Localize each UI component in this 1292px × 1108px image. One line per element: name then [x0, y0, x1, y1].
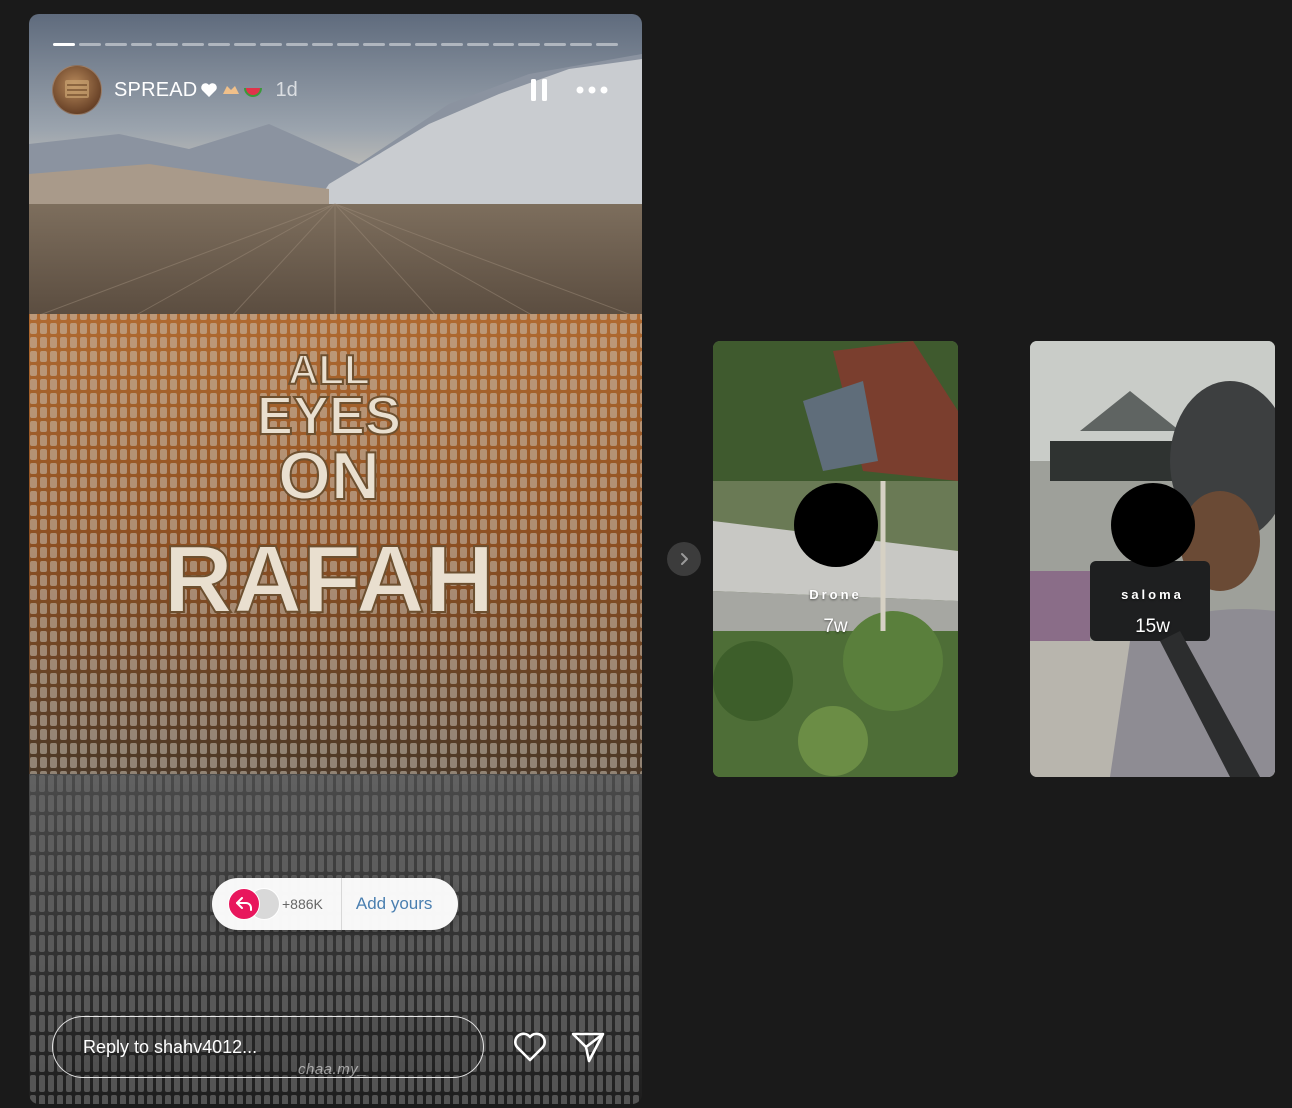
reply-arrow-avatar	[228, 888, 260, 920]
heart-hands-icon	[223, 86, 240, 94]
side-story-avatar	[1111, 483, 1195, 567]
progress-segment	[311, 43, 334, 46]
add-yours-avatars	[228, 888, 280, 920]
chevron-right-icon	[681, 553, 688, 565]
progress-segment	[518, 43, 541, 46]
next-story-button[interactable]	[667, 542, 701, 576]
watermelon-icon	[244, 87, 263, 97]
share-button[interactable]	[569, 1028, 607, 1066]
progress-segment	[570, 43, 593, 46]
story-header: SPREAD 1d	[52, 65, 612, 115]
side-story-avatar	[794, 483, 878, 567]
heart-icon	[514, 1032, 546, 1062]
progress-segment	[596, 43, 618, 46]
story-image-text: ON	[278, 438, 380, 514]
progress-segment	[78, 43, 101, 46]
add-yours-divider	[340, 878, 342, 930]
progress-segment	[544, 43, 567, 46]
progress-segment	[130, 43, 153, 46]
progress-segment	[466, 43, 489, 46]
progress-segment	[259, 43, 282, 46]
story-progress-bar	[53, 43, 618, 46]
progress-segment	[234, 43, 256, 46]
pause-button[interactable]	[526, 75, 552, 105]
white-heart-icon	[201, 83, 218, 97]
story-username[interactable]: SPREAD	[114, 79, 197, 102]
side-story-name: saloma	[1121, 587, 1184, 602]
side-story-name: Drone	[809, 587, 862, 602]
progress-segment	[389, 43, 412, 46]
side-story-age: 15w	[1135, 616, 1170, 637]
reply-arrow-icon	[236, 897, 252, 911]
progress-segment	[337, 43, 360, 46]
progress-segment	[53, 43, 75, 46]
avatar[interactable]	[52, 65, 102, 115]
reply-input[interactable]: Reply to shahv4012...	[52, 1016, 484, 1078]
add-yours-sticker[interactable]: +886K Add yours	[212, 878, 458, 930]
story-image-text: RAFAH	[164, 526, 495, 633]
more-options-button[interactable]	[572, 75, 612, 105]
progress-segment	[156, 43, 179, 46]
reply-placeholder: Reply to shahv4012...	[83, 1036, 258, 1057]
pause-icon	[531, 79, 547, 101]
progress-segment	[440, 43, 463, 46]
progress-segment	[285, 43, 308, 46]
progress-segment	[182, 43, 205, 46]
story-viewer[interactable]: ALL EYES ON RAFAH SPREAD 1d +886K Add yo…	[29, 14, 642, 1104]
watermark: chaa.my_	[298, 1061, 368, 1078]
more-icon	[576, 86, 608, 94]
story-image: ALL EYES ON RAFAH	[29, 14, 642, 1104]
progress-segment	[104, 43, 127, 46]
add-yours-count: +886K	[282, 896, 323, 912]
story-preview-drone[interactable]: Drone 7w	[713, 341, 958, 777]
story-preview-saloma[interactable]: saloma 15w	[1030, 341, 1275, 777]
story-image-text: EYES	[257, 386, 401, 446]
like-button[interactable]	[511, 1028, 549, 1066]
progress-segment	[492, 43, 515, 46]
story-timestamp: 1d	[275, 78, 298, 101]
progress-segment	[208, 43, 231, 46]
side-story-age: 7w	[823, 616, 848, 637]
send-icon	[571, 1032, 605, 1063]
add-yours-button[interactable]: Add yours	[356, 894, 433, 914]
progress-segment	[363, 43, 386, 46]
username-emoji	[199, 80, 263, 100]
progress-segment	[415, 43, 437, 46]
